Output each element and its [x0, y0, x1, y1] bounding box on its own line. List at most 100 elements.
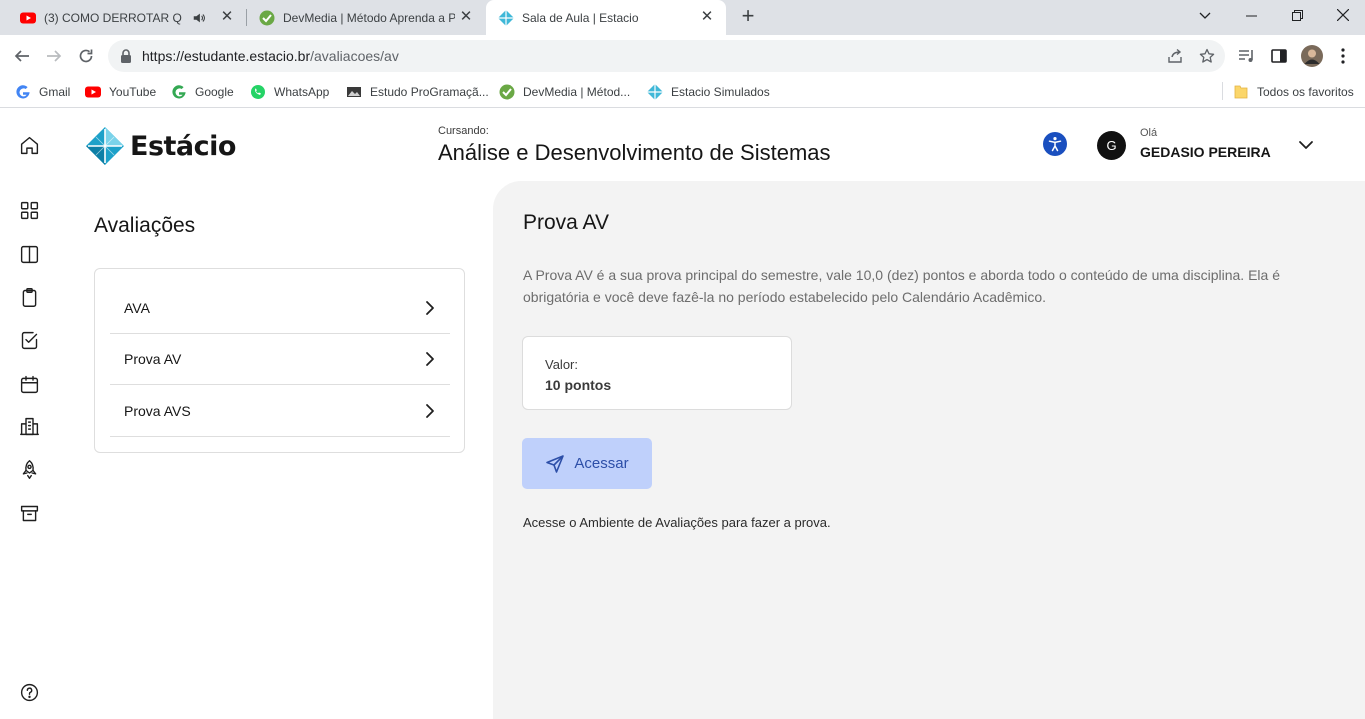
close-tab-icon[interactable]: ✕: [457, 8, 475, 26]
bookmark-label: Todos os favoritos: [1257, 85, 1354, 99]
bookmark-google[interactable]: Google: [171, 82, 234, 102]
course-name: Análise e Desenvolvimento de Sistemas: [438, 140, 831, 165]
devmedia-icon: [259, 10, 275, 25]
nav-library[interactable]: [17, 414, 41, 438]
menu-item-prova-avs[interactable]: Prova AVS: [110, 386, 450, 437]
user-greeting[interactable]: Olá GEDASIO PEREIRA: [1140, 127, 1271, 160]
course-info: Cursando: Análise e Desenvolvimento de S…: [438, 125, 831, 166]
forward-button[interactable]: [41, 43, 67, 69]
nav-help[interactable]: [17, 680, 41, 704]
nav-home[interactable]: [17, 133, 41, 157]
all-bookmarks-folder[interactable]: Todos os favoritos: [1233, 82, 1354, 102]
help-circle-icon: [20, 683, 38, 701]
restore-button[interactable]: [1274, 0, 1320, 30]
restore-icon: [1291, 9, 1303, 21]
menu-item-ava[interactable]: AVA: [110, 283, 450, 334]
exam-description: A Prova AV é a sua prova principal do se…: [523, 267, 1280, 305]
tab-title: Sala de Aula | Estacio: [522, 10, 639, 25]
bookmark-devmedia[interactable]: DevMedia | Métod...: [499, 82, 630, 102]
speaker-icon[interactable]: [192, 11, 206, 25]
browser-menu-button[interactable]: [1330, 43, 1356, 69]
bookmark-whatsapp[interactable]: WhatsApp: [250, 82, 329, 102]
nav-career[interactable]: [17, 457, 41, 481]
media-control-button[interactable]: [1234, 43, 1260, 69]
nav-rail: [0, 109, 58, 719]
address-bar[interactable]: https://estudante.estacio.br/avaliacoes/…: [108, 40, 1225, 72]
page-title: Prova AV: [523, 211, 609, 234]
estacio-logo-icon: [86, 127, 124, 165]
bookmark-label: Gmail: [39, 85, 71, 99]
new-tab-button[interactable]: +: [737, 5, 759, 28]
accessibility-button[interactable]: [1043, 132, 1067, 156]
close-tab-icon[interactable]: ✕: [218, 8, 236, 26]
bookmark-label: WhatsApp: [274, 85, 330, 99]
tab-youtube[interactable]: (3) COMO DERROTAR QUAN ✕: [8, 0, 246, 35]
nav-clipboard[interactable]: [17, 285, 41, 309]
nav-archive[interactable]: [17, 501, 41, 525]
bookmark-estacio-simulados[interactable]: Estacio Simulados: [647, 82, 770, 102]
side-panel-icon: [1271, 49, 1287, 63]
estacio-icon: [498, 9, 514, 26]
url-host: https://estudante.estacio.br: [142, 48, 311, 64]
side-panel-button[interactable]: [1266, 43, 1292, 69]
estacio-icon: [647, 84, 663, 100]
nav-calendar[interactable]: [17, 372, 41, 396]
image-icon: [347, 87, 361, 97]
browser-toolbar: https://estudante.estacio.br/avaliacoes/…: [0, 35, 1365, 77]
menu-item-label: Prova AVS: [124, 403, 191, 419]
share-icon[interactable]: [1167, 48, 1183, 64]
greeting-text: Olá: [1140, 127, 1158, 139]
value-amount: 10 pontos: [545, 377, 612, 393]
browser-tab-strip: (3) COMO DERROTAR QUAN ✕ DevMedia | Méto…: [0, 0, 1365, 35]
reload-icon: [79, 49, 93, 63]
chevron-right-icon: [426, 352, 434, 366]
rocket-icon: [22, 459, 36, 479]
access-button[interactable]: Acessar: [522, 438, 652, 489]
youtube-icon: [85, 86, 101, 98]
accessibility-icon: [1048, 137, 1062, 152]
tab-search-button[interactable]: [1182, 0, 1228, 30]
access-hint: Acesse o Ambiente de Avaliações para faz…: [523, 515, 831, 530]
arrow-right-icon: [47, 50, 62, 62]
minimize-button[interactable]: [1228, 0, 1274, 30]
nav-book[interactable]: [17, 242, 41, 266]
back-button[interactable]: [9, 43, 35, 69]
bookmark-gmail[interactable]: Gmail: [15, 82, 70, 102]
avatar[interactable]: G: [1097, 131, 1126, 160]
course-label: Cursando:: [438, 125, 489, 137]
clipboard-icon: [22, 287, 36, 307]
calendar-icon: [20, 375, 38, 393]
tab-devmedia[interactable]: DevMedia | Método Aprenda a P ✕: [247, 0, 485, 35]
google-icon: [172, 85, 186, 99]
tab-estacio[interactable]: Sala de Aula | Estacio ✕: [486, 0, 726, 35]
user-name: GEDASIO PEREIRA: [1140, 144, 1271, 160]
tab-title: DevMedia | Método Aprenda a P: [283, 10, 455, 25]
building-icon: [19, 417, 39, 435]
tab-title: (3) COMO DERROTAR QUAN: [44, 10, 182, 25]
minimize-icon: [1245, 15, 1257, 16]
checkbox-icon: [21, 331, 37, 349]
close-window-button[interactable]: [1320, 0, 1365, 30]
estacio-page: Estácio Cursando: Análise e Desenvolvime…: [0, 109, 1365, 719]
reload-button[interactable]: [73, 43, 99, 69]
book-open-icon: [20, 245, 38, 263]
profile-avatar-icon: [1301, 45, 1323, 67]
grid-icon: [20, 201, 38, 219]
nav-evaluations[interactable]: [17, 328, 41, 352]
value-label: Valor:: [545, 357, 578, 372]
bookmark-label: Estacio Simulados: [671, 85, 770, 99]
estacio-logo[interactable]: Estácio: [86, 126, 236, 166]
bookmark-youtube[interactable]: YouTube: [85, 82, 156, 102]
bookmark-divider: [1222, 82, 1223, 100]
close-tab-icon[interactable]: ✕: [698, 8, 716, 26]
menu-item-prova-av[interactable]: Prova AV: [110, 334, 450, 385]
bookmark-estudo-programacao[interactable]: Estudo ProGramaçã...: [346, 82, 489, 102]
arrow-left-icon: [14, 50, 29, 62]
bookmark-star-icon[interactable]: [1199, 48, 1215, 64]
chevron-down-icon: [1199, 12, 1211, 19]
chevron-down-icon[interactable]: [1297, 136, 1315, 154]
lock-icon[interactable]: [120, 49, 132, 63]
bookmark-label: YouTube: [109, 85, 157, 99]
nav-dashboard[interactable]: [17, 198, 41, 222]
profile-button[interactable]: [1299, 43, 1325, 69]
